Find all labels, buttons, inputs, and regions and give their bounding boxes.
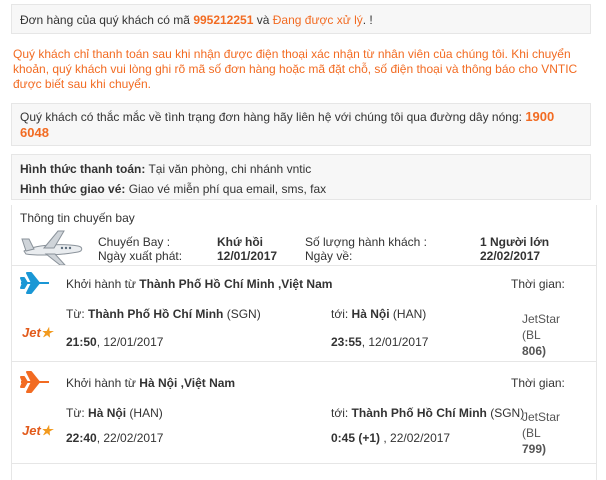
from-label: Từ: xyxy=(66,307,85,321)
to-label: tới: xyxy=(331,307,349,321)
delivery-method-value: Giao vé miễn phí qua email, sms, fax xyxy=(128,182,327,196)
from-code: (SGN) xyxy=(226,307,261,321)
to-label: tới: xyxy=(331,406,349,420)
payment-method-value: Tại văn phòng, chi nhánh vntic xyxy=(148,162,312,176)
logo-text: Jet xyxy=(22,423,41,438)
star-glyph: ★ xyxy=(40,423,53,438)
delivery-method-row: Hình thức giao vé: Giao vé miễn phí qua … xyxy=(20,179,582,199)
leg-header-prefix: Khởi hành từ xyxy=(66,376,136,390)
leg-from: Từ: Thành Phố Hồ Chí Minh (SGN) xyxy=(66,307,261,321)
divider xyxy=(12,361,596,362)
hotline-text: Quý khách có thắc mắc về tình trạng đơn … xyxy=(20,110,522,124)
airline-name: JetStar xyxy=(522,312,561,326)
divider xyxy=(12,265,596,266)
flight-code: (BL xyxy=(522,426,541,440)
payment-delivery-box: Hình thức thanh toán: Tại văn phòng, chi… xyxy=(11,154,591,200)
leg-header: Khởi hành từ Hà Nội ,Việt Nam xyxy=(66,376,235,390)
jetstar-logo-icon: Jet★ xyxy=(22,325,52,341)
return-date-label: Ngày về: xyxy=(305,249,353,263)
to-city: Hà Nội xyxy=(351,307,390,321)
payment-method-label: Hình thức thanh toán: xyxy=(20,162,146,176)
divider xyxy=(12,463,596,464)
leg-header-prefix: Khởi hành từ xyxy=(66,277,136,291)
to-code: (SGN) xyxy=(490,406,525,420)
flight-code: (BL xyxy=(522,328,541,342)
trip-type-value: Khứ hồi xyxy=(217,235,264,249)
flight-info-title: Thông tin chuyến bay xyxy=(20,211,135,225)
passengers-label: Số lượng hành khách : xyxy=(305,235,427,249)
from-label: Từ: xyxy=(66,406,85,420)
hotline-box: Quý khách có thắc mắc về tình trạng đơn … xyxy=(11,103,591,146)
dep-time: 21:50 xyxy=(66,335,97,349)
order-status-prefix: Đơn hàng của quý khách có mã xyxy=(20,13,190,27)
airline-info: JetStar (BL 799) xyxy=(522,409,560,457)
jetstar-logo-icon: Jet★ xyxy=(22,423,52,439)
arr-date: , 22/02/2017 xyxy=(380,431,451,445)
leg-header-place: Thành Phố Hồ Chí Minh ,Việt Nam xyxy=(139,277,333,291)
flight-info-section: Thông tin chuyến bay Chuyến Bay : Khứ hồ… xyxy=(11,205,597,480)
leg-to: tới: Thành Phố Hồ Chí Minh (SGN) xyxy=(331,406,524,420)
airline-info: JetStar (BL 806) xyxy=(522,311,560,359)
arr-time: 0:45 (+1) xyxy=(331,431,381,445)
from-code: (HAN) xyxy=(129,406,163,420)
payment-notice: Quý khách chỉ thanh toán sau khi nhận đư… xyxy=(13,47,578,91)
time-label: Thời gian: xyxy=(511,277,565,291)
depart-date-label: Ngày xuất phát: xyxy=(98,249,183,263)
order-status-and: và xyxy=(256,13,270,27)
dep-date: , 22/02/2017 xyxy=(96,431,164,445)
return-date-value: 22/02/2017 xyxy=(480,249,541,263)
airplane-icon xyxy=(20,272,49,294)
private-jet-icon xyxy=(21,230,83,266)
leg-header: Khởi hành từ Thành Phố Hồ Chí Minh ,Việt… xyxy=(66,277,332,291)
time-label: Thời gian: xyxy=(511,376,565,390)
airplane-icon xyxy=(20,371,49,393)
delivery-method-label: Hình thức giao vé: xyxy=(20,182,126,196)
from-city: Hà Nội xyxy=(88,406,127,420)
order-status-value: Đang được xử lý xyxy=(272,13,363,27)
arrival-time: 0:45 (+1) , 22/02/2017 xyxy=(331,431,450,445)
depart-date-value: 12/01/2017 xyxy=(217,249,278,263)
arr-date: , 12/01/2017 xyxy=(361,335,429,349)
leg-header-place: Hà Nội ,Việt Nam xyxy=(139,376,236,390)
arrival-time: 23:55, 12/01/2017 xyxy=(331,335,428,349)
dep-time: 22:40 xyxy=(66,431,97,445)
passengers-value: 1 Người lớn xyxy=(480,235,550,249)
leg-from: Từ: Hà Nội (HAN) xyxy=(66,406,163,420)
airline-name: JetStar xyxy=(522,410,561,424)
leg-to: tới: Hà Nội (HAN) xyxy=(331,307,426,321)
order-status-suffix: . ! xyxy=(362,13,373,27)
to-city: Thành Phố Hồ Chí Minh xyxy=(351,406,487,420)
to-code: (HAN) xyxy=(392,307,427,321)
logo-text: Jet xyxy=(22,325,41,340)
departure-time: 21:50, 12/01/2017 xyxy=(66,335,163,349)
arr-time: 23:55 xyxy=(331,335,362,349)
from-city: Thành Phố Hồ Chí Minh xyxy=(88,307,224,321)
departure-time: 22:40, 22/02/2017 xyxy=(66,431,163,445)
trip-type-label: Chuyến Bay : xyxy=(98,235,171,249)
order-status-box: Đơn hàng của quý khách có mã 995212251 v… xyxy=(11,4,591,34)
dep-date: , 12/01/2017 xyxy=(96,335,164,349)
star-glyph: ★ xyxy=(40,325,53,340)
order-code: 995212251 xyxy=(193,13,254,27)
flight-number: 799) xyxy=(522,442,547,456)
payment-method-row: Hình thức thanh toán: Tại văn phòng, chi… xyxy=(20,159,582,179)
flight-number: 806) xyxy=(522,344,547,358)
